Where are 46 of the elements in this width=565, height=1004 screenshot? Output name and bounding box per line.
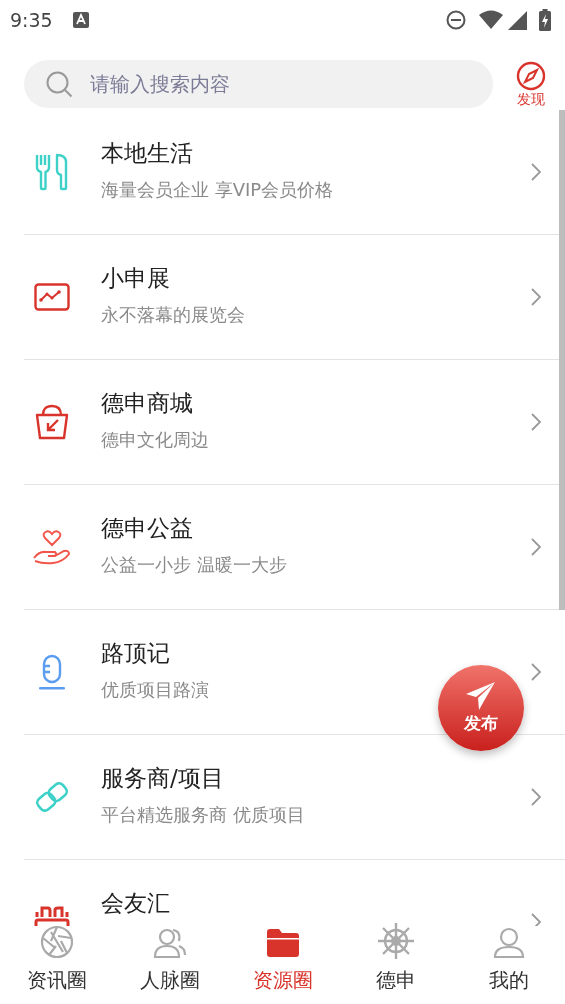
- item-title: 会友汇: [101, 889, 170, 918]
- people-icon: [152, 926, 187, 959]
- paper-plane-icon: [466, 681, 496, 710]
- chart-icon: [34, 283, 70, 311]
- item-subtitle: 德申文化周边: [101, 428, 209, 452]
- cutlery-icon: [35, 153, 69, 191]
- nav-tab[interactable]: 资讯圈: [0, 926, 113, 1004]
- chevron-icon: [531, 163, 541, 181]
- nav-tab[interactable]: 资源圈: [226, 926, 339, 1004]
- compass-icon: [516, 61, 546, 91]
- wifi-icon: [478, 10, 504, 30]
- basket-icon: [35, 404, 69, 440]
- chevron-icon: [531, 663, 541, 681]
- chevron-icon: [531, 913, 541, 926]
- item-subtitle: 公益一小步 温暖一大步: [101, 553, 287, 577]
- chevron-icon: [531, 413, 541, 431]
- item-title: 德申公益: [101, 514, 193, 543]
- item-subtitle: 优质项目路演: [101, 678, 209, 702]
- item-subtitle: 永不落幕的展览会: [101, 303, 245, 327]
- item-title: 服务商/项目: [101, 764, 224, 793]
- status-time: 9:35: [10, 9, 53, 31]
- discover-button[interactable]: 发现: [509, 61, 553, 107]
- battery-icon: [539, 9, 551, 31]
- link-icon: [34, 779, 70, 815]
- item-title: 小申展: [101, 264, 170, 293]
- chevron-icon: [531, 788, 541, 806]
- publish-button[interactable]: 发布: [438, 665, 524, 751]
- person-icon: [492, 926, 525, 959]
- heart-hand-icon: [33, 529, 71, 565]
- item-subtitle: 海量会员企业 享VIP会员价格: [101, 178, 334, 202]
- chevron-icon: [531, 538, 541, 556]
- microphone-icon: [38, 654, 66, 690]
- signal-icon: [508, 10, 527, 30]
- nav-tab[interactable]: 德申: [339, 926, 452, 1004]
- nav-tab[interactable]: 我的: [452, 926, 565, 1004]
- item-subtitle: 平台精选服务商 优质项目: [101, 803, 305, 827]
- nav-tab[interactable]: 人脉圈: [113, 926, 226, 1004]
- notification-icon: [72, 12, 89, 28]
- item-title: 路顶记: [101, 639, 170, 668]
- do-not-disturb-icon: [446, 10, 466, 30]
- item-title: 德申商城: [101, 389, 193, 418]
- chevron-icon: [531, 288, 541, 306]
- item-title: 本地生活: [101, 139, 193, 168]
- aperture-icon: [39, 925, 74, 959]
- helm-wheel-icon: [377, 923, 414, 959]
- search-field[interactable]: 请输入搜索内容: [24, 60, 493, 108]
